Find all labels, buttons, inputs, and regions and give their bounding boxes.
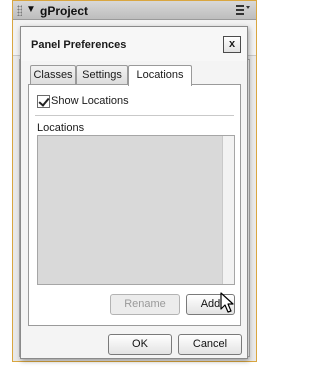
rename-button-label: Rename [124,298,166,310]
tab-locations[interactable]: Locations [128,65,192,86]
cancel-button-label: Cancel [192,338,228,350]
dialog-titlebar[interactable]: Panel Preferences x [21,27,247,61]
panel-menu-icon[interactable] [236,5,250,16]
tab-label: Locations [136,69,184,81]
grip-handle-icon[interactable] [17,5,22,16]
locations-list[interactable] [37,135,235,285]
tab-label: Settings [82,69,122,81]
tab-classes[interactable]: Classes [30,65,76,85]
triangle-down-icon[interactable]: ▼ [26,4,36,15]
tab-label: Classes [33,69,73,81]
dialog-title: Panel Preferences [31,39,127,51]
show-locations-label[interactable]: Show Locations [51,95,129,107]
arrow-pointer-icon [220,292,234,313]
rename-button[interactable]: Rename [110,294,180,315]
locations-section-label: Locations [37,122,85,134]
list-scrollbar[interactable] [222,136,234,284]
divider [35,115,234,116]
close-icon: x [228,38,236,50]
tab-bar: Classes Settings Locations [30,65,240,86]
panel-preferences-dialog: Panel Preferences x Classes Settings Loc… [20,26,248,359]
locations-tab-panel: Show Locations Locations Rename Add [28,84,241,326]
cancel-button[interactable]: Cancel [178,334,242,355]
ok-button[interactable]: OK [108,334,172,355]
close-button[interactable]: x [223,36,241,53]
tab-settings[interactable]: Settings [76,65,128,85]
add-button-label: Add [200,298,221,310]
panel-header[interactable]: ▼ gProject [13,1,256,20]
ok-button-label: OK [132,338,148,350]
show-locations-checkbox[interactable] [37,95,50,108]
panel-title: gProject [40,4,89,18]
